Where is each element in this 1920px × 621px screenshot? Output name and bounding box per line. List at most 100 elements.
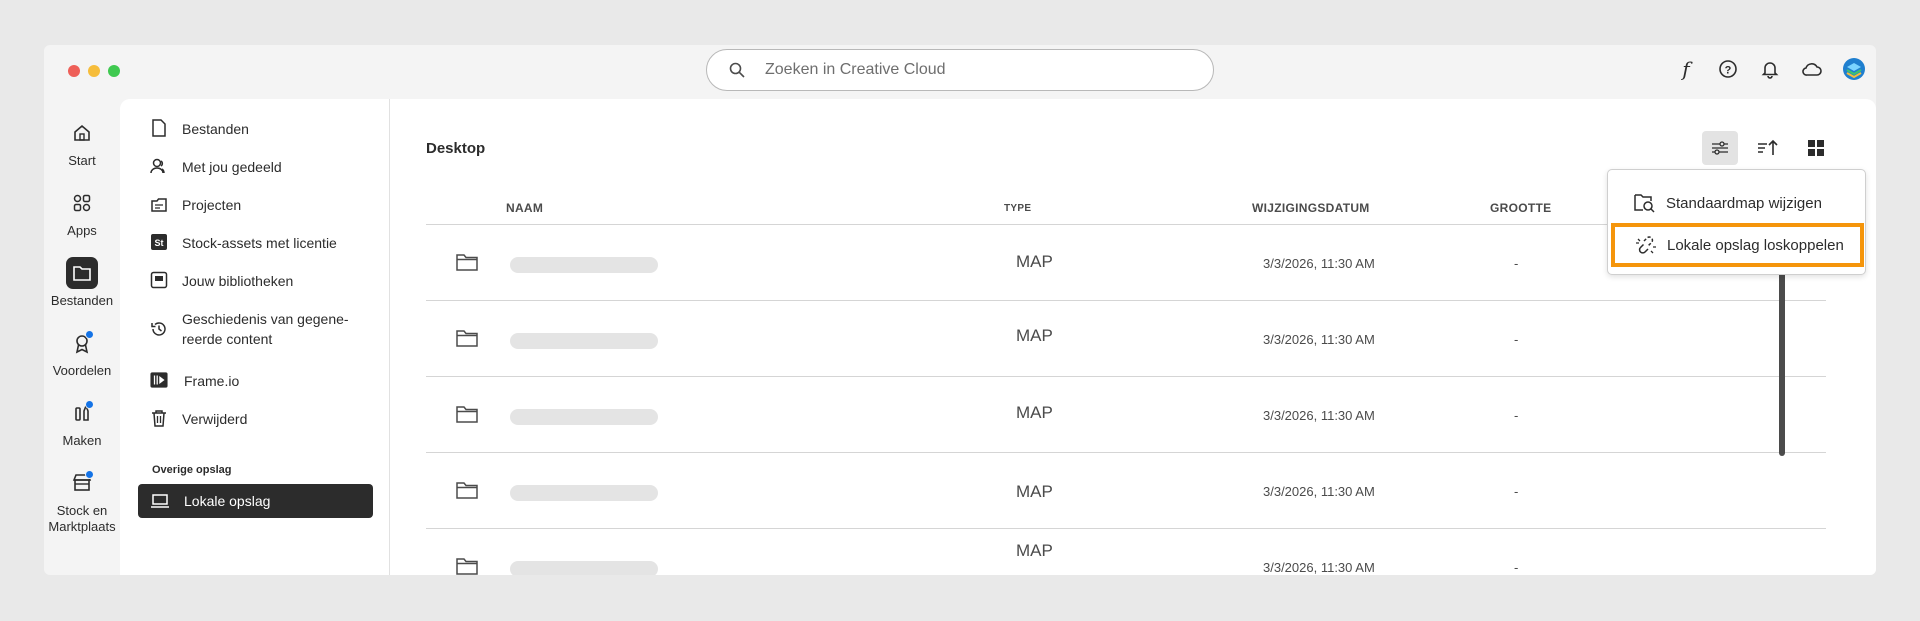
folder-icon — [456, 254, 478, 271]
rail-item-bestanden[interactable]: Bestanden — [44, 257, 120, 327]
close-window-button[interactable] — [68, 65, 80, 77]
folder-icon — [456, 482, 478, 499]
rail-label: Start — [68, 153, 96, 168]
sidebar-item-trash[interactable]: Verwijderd — [150, 409, 247, 429]
folder-icon — [456, 558, 478, 575]
minimize-window-button[interactable] — [88, 65, 100, 77]
rail-item-apps[interactable]: Apps — [44, 187, 120, 257]
rail-item-stock[interactable]: Stock en Marktplaats — [44, 467, 120, 537]
rail-item-maken[interactable]: Maken — [44, 397, 120, 467]
app-window: Zoeken in Creative Cloud f ? Start Apps … — [44, 45, 1876, 575]
sidebar-item-local-storage[interactable]: Lokale opslag — [138, 484, 373, 518]
sidebar-item-label: Bestanden — [182, 121, 249, 137]
sidebar-item-frameio[interactable]: Frame.io — [150, 371, 239, 391]
cell-type: MAP — [1016, 482, 1053, 501]
title-bar: Zoeken in Creative Cloud f ? — [44, 45, 1876, 99]
sidebar-item-libraries[interactable]: Jouw bibliotheken — [150, 271, 293, 291]
shared-icon — [150, 158, 165, 174]
sidebar-item-label: Frame.io — [184, 373, 240, 389]
rail-label: Stock en Marktplaats — [48, 503, 116, 534]
column-header-name[interactable]: NAAM — [506, 201, 543, 215]
name-placeholder — [510, 333, 658, 349]
menu-item-label: Standaardmap wijzigen — [1666, 194, 1822, 212]
menu-item-label: Lokale opslag loskoppelen — [1667, 236, 1844, 254]
sidebar-item-stock[interactable]: St Stock-assets met licentie — [150, 233, 337, 253]
trash-icon — [152, 410, 166, 427]
column-header-size[interactable]: GROOTTE — [1490, 201, 1551, 215]
history-icon — [151, 322, 166, 336]
svg-text:?: ? — [1725, 65, 1732, 77]
help-icon[interactable]: ? — [1716, 57, 1740, 81]
table-row[interactable]: MAP 3/3/2026, 11:30 AM - — [426, 377, 1826, 453]
cell-date: 3/3/2026, 11:30 AM — [1263, 256, 1375, 271]
filter-settings-button[interactable] — [1702, 131, 1738, 165]
projects-icon — [151, 198, 167, 212]
cell-size: - — [1514, 256, 1519, 271]
name-placeholder — [510, 561, 658, 575]
column-header-type[interactable]: TYPE — [1004, 203, 1031, 214]
rail-label: Maken — [62, 433, 102, 448]
home-icon — [74, 124, 90, 141]
sidebar-item-label-line2: reerde content — [182, 331, 273, 347]
library-icon — [150, 271, 168, 289]
rail-label: Voordelen — [52, 363, 112, 378]
cell-size: - — [1514, 408, 1519, 423]
table-row[interactable]: MAP 3/3/2026, 11:30 AM - — [426, 301, 1826, 377]
window-controls — [68, 65, 120, 77]
fonts-icon[interactable]: f — [1674, 57, 1698, 81]
menu-item-disconnect-local-storage[interactable]: Lokale opslag loskoppelen — [1611, 223, 1864, 267]
svg-text:St: St — [155, 238, 164, 248]
bell-icon[interactable] — [1758, 57, 1782, 81]
rail-label: Apps — [67, 223, 97, 238]
table-row[interactable]: MAP 3/3/2026, 11:30 AM - — [426, 529, 1826, 575]
grid-view-button[interactable] — [1798, 131, 1834, 165]
sidebar-item-shared[interactable]: Met jou gedeeld — [150, 157, 282, 177]
sidebar-item-label: Met jou gedeeld — [182, 159, 282, 175]
apps-icon — [73, 194, 91, 212]
folder-search-icon — [1634, 194, 1655, 213]
folder-icon — [73, 266, 91, 281]
unlink-icon — [1636, 236, 1656, 254]
search-bar[interactable]: Zoeken in Creative Cloud — [706, 49, 1214, 91]
sidebar: Bestanden Met jou gedeeld Projecten St S… — [120, 99, 390, 575]
grid-icon — [1808, 140, 1824, 156]
sidebar-item-label: Lokale opslag — [184, 493, 271, 509]
sidebar-item-label: Verwijderd — [182, 411, 248, 427]
table-row[interactable]: MAP 3/3/2026, 11:30 AM - — [426, 453, 1826, 529]
cell-type: MAP — [1016, 541, 1053, 560]
rail-item-voordelen[interactable]: Voordelen — [44, 327, 120, 397]
app-rail: Start Apps Bestanden Voordelen Maken Sto… — [44, 117, 120, 537]
view-controls — [1702, 131, 1834, 165]
sidebar-item-history[interactable]: Geschiedenis van gegene-reerde content — [150, 309, 349, 349]
menu-item-change-default-folder[interactable]: Standaardmap wijzigen — [1608, 181, 1865, 225]
maximize-window-button[interactable] — [108, 65, 120, 77]
name-placeholder — [510, 257, 658, 273]
cloud-icon[interactable] — [1800, 57, 1824, 81]
sort-button[interactable] — [1750, 131, 1786, 165]
search-icon — [729, 62, 745, 78]
sidebar-item-label: Jouw bibliotheken — [182, 273, 294, 289]
cell-type: MAP — [1016, 326, 1053, 345]
cell-type: MAP — [1016, 403, 1053, 422]
stock-icon: St — [151, 234, 167, 250]
rail-label: Bestanden — [50, 293, 114, 308]
breadcrumb[interactable]: Desktop — [426, 140, 485, 157]
sidebar-item-label: Stock-assets met licentie — [182, 235, 337, 251]
cell-size: - — [1514, 332, 1519, 347]
sidebar-item-projecten[interactable]: Projecten — [150, 195, 241, 215]
column-header-date[interactable]: WIJZIGINGSDATUM — [1252, 201, 1370, 215]
sidebar-item-bestanden[interactable]: Bestanden — [150, 119, 249, 139]
cell-type: MAP — [1016, 252, 1053, 271]
avatar[interactable] — [1842, 57, 1866, 81]
search-placeholder: Zoeken in Creative Cloud — [765, 61, 946, 78]
name-placeholder — [510, 409, 658, 425]
notification-badge — [85, 330, 94, 339]
folder-icon — [456, 330, 478, 347]
sort-icon — [1758, 139, 1778, 155]
cell-date: 3/3/2026, 11:30 AM — [1263, 560, 1375, 575]
sidebar-item-label: Projecten — [182, 197, 242, 213]
settings-dropdown-menu: Standaardmap wijzigen Lokale opslag losk… — [1607, 169, 1866, 275]
rail-item-start[interactable]: Start — [44, 117, 120, 187]
top-icons: f ? — [1674, 57, 1866, 81]
cell-date: 3/3/2026, 11:30 AM — [1263, 484, 1375, 499]
